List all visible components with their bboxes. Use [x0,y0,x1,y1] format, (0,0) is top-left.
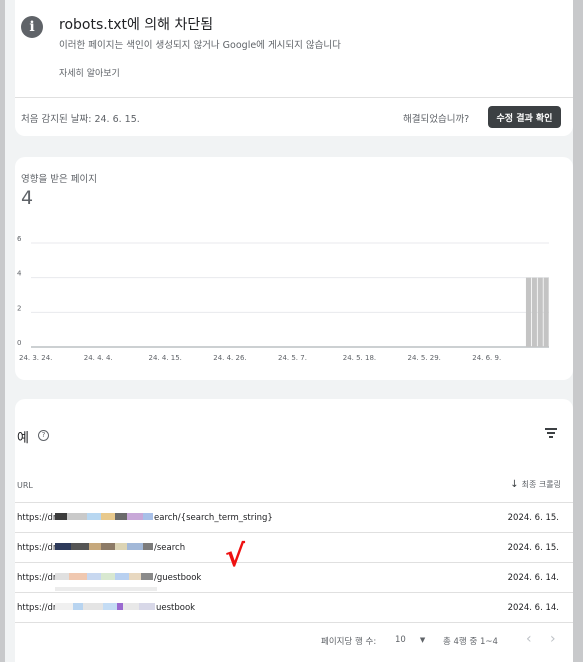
row-last-crawled: 2024. 6. 14. [507,603,559,613]
x-tick-label: 24. 5. 18. [343,354,376,362]
divider [15,622,573,623]
affected-pages-chart: 6 4 2 0 24. 3. 24. 24. 4. 4. 24. 4. 15. 24. 4. … [17,235,549,362]
row-last-crawled: 2024. 6. 15. [507,543,559,553]
redaction-pixel [127,543,143,550]
chart-bar [525,277,532,347]
row-url-prefix: https://dr [17,543,57,553]
redaction-pixel [115,513,127,520]
y-tick-label: 4 [17,270,22,278]
redaction-pixel [87,573,101,580]
redaction-strip [55,587,157,591]
redaction-pixel [87,513,101,520]
redaction-pixel [55,513,67,520]
issue-subtitle: 이러한 페이지는 색인이 생성되지 않거나 Google에 게시되지 않습니다 [59,40,341,51]
check-mark-annotation: √ [225,539,246,574]
affected-pages-card: 영향을 받은 페이지 4 6 4 2 0 24. 3. 24. 24. 4. 4. 24. … [15,157,573,380]
chevron-left-icon[interactable]: ‹ [526,631,532,647]
x-tick-label: 24. 4. 15. [149,354,182,362]
affected-pages-label: 영향을 받은 페이지 [21,174,97,185]
affected-pages-count: 4 [21,187,34,209]
table-row[interactable]: https://dr earch/{search_term_string} 20… [15,502,573,533]
redaction-pixel [69,573,87,580]
x-tick-label: 24. 4. 4. [84,354,113,362]
info-icon: i [21,16,43,38]
help-icon[interactable]: ? [38,430,49,441]
learn-more-link[interactable]: 자세히 알아보기 [59,66,120,79]
last-crawled-label: 최종 크롤링 [521,480,561,489]
row-url-suffix: /guestbook [154,573,202,583]
redaction-pixel [115,573,129,580]
redaction-pixel [141,573,153,580]
report-page: i robots.txt에 의해 차단됨 이러한 페이지는 색인이 생성되지 않… [5,0,573,662]
redaction-pixel [127,513,143,520]
examples-card: 예 ? URL ↓ 최종 크롤링 https://dr earch/{search… [15,399,573,662]
redaction-pixel [101,573,115,580]
redaction-pixel [103,603,117,610]
redaction-pixel [115,543,127,550]
pagination-range: 총 4행 중 1~4 [443,637,498,647]
divider [15,97,573,98]
row-url-suffix: /search [154,543,186,553]
redaction-pixel [83,603,103,610]
issue-card: i robots.txt에 의해 차단됨 이러한 페이지는 색인이 생성되지 않… [15,0,573,136]
row-last-crawled: 2024. 6. 14. [507,573,559,583]
arrow-down-icon: ↓ [510,479,519,490]
y-tick-label: 2 [17,304,21,312]
redaction-pixel [73,603,83,610]
redaction-pixel [123,603,139,610]
table-row[interactable]: https://dr /search 2024. 6. 15. [15,532,573,563]
row-url-prefix: https://dr [17,573,57,583]
redaction-pixel [67,513,87,520]
redaction-pixel [71,543,89,550]
redaction-pixel [89,543,101,550]
y-tick-label: 6 [17,235,22,243]
examples-title: 예 [17,431,29,446]
row-url-prefix: https://dr [17,513,57,523]
y-tick-label: 0 [17,339,21,347]
redaction-pixel [143,513,153,520]
x-tick-label: 24. 3. 24. [19,354,52,362]
redaction-pixel [129,573,141,580]
url-column-header: URL [17,481,33,490]
resolved-question: 해결되었습니까? [403,114,470,125]
chart-bar [543,277,549,347]
redaction-pixel [143,543,153,550]
validate-fix-button[interactable]: 수정 결과 확인 [488,106,561,128]
redaction-pixel [101,543,115,550]
rows-per-page-label: 페이지당 행 수: [321,637,377,647]
issue-title: robots.txt에 의해 차단됨 [59,17,214,33]
filter-icon[interactable] [545,428,557,438]
redaction-pixel [101,513,115,520]
x-tick-label: 24. 5. 29. [408,354,441,362]
first-detected-date: 처음 감지된 날짜: 24. 6. 15. [21,114,140,125]
x-tick-label: 24. 4. 26. [213,354,246,362]
redaction-pixel [55,603,73,610]
last-crawled-column-header[interactable]: ↓ 최종 크롤링 [510,479,561,490]
row-last-crawled: 2024. 6. 15. [507,513,559,523]
rows-per-page-select[interactable]: 10 ▼ [395,635,425,645]
rows-per-page-value: 10 [395,635,406,645]
redaction-pixel [139,603,155,610]
dropdown-arrow-icon: ▼ [419,636,426,644]
chart-bar [537,277,543,347]
row-url-suffix: earch/{search_term_string} [154,513,273,523]
redaction-pixel [55,573,69,580]
x-tick-label: 24. 6. 9. [472,354,501,362]
row-url-suffix: uestbook [156,603,196,613]
redaction-pixel [55,543,71,550]
chart-bar [531,277,537,347]
chevron-right-icon[interactable]: › [550,631,556,647]
row-url-prefix: https://dr [17,603,57,613]
x-tick-label: 24. 5. 7. [278,354,307,362]
